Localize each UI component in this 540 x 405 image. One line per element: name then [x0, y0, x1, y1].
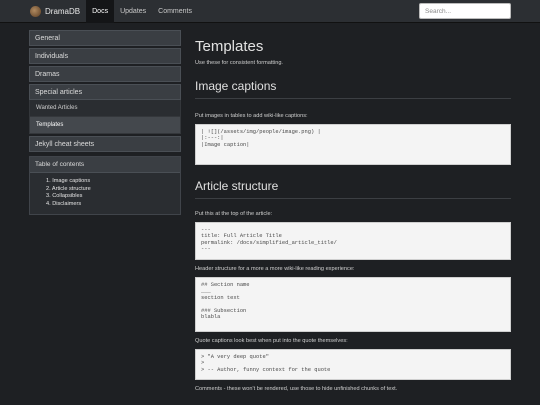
image-captions-text: Put images in tables to add wiki-like ca… — [195, 113, 308, 119]
toc-list: 1. Image captions 2. Article structure 3… — [30, 173, 180, 214]
code-block-header-structure: ## Section name ___ section text ### Sub… — [195, 277, 511, 332]
toc-link-collapsibles[interactable]: 3. Collapsibles — [46, 193, 180, 201]
page-title: Templates — [195, 38, 264, 55]
top-navbar: DramaDB Docs Updates Comments — [0, 0, 540, 23]
code-block-quote: > "A very deep quote" > > -- Author, fun… — [195, 349, 511, 380]
heading-article-structure: Article structure — [195, 179, 511, 199]
code-block-front-matter: --- title: Full Article Title permalink:… — [195, 222, 511, 260]
toc-title: Table of contents — [30, 157, 180, 173]
brand-name: DramaDB — [45, 6, 81, 16]
nav-comments[interactable]: Comments — [152, 0, 198, 23]
search-input[interactable] — [419, 3, 511, 19]
sidebar-item-jekyll-cheat-sheets[interactable]: Jekyll cheat sheets — [29, 136, 181, 152]
toc-link-article-structure[interactable]: 2. Article structure — [46, 186, 180, 194]
table-of-contents: Table of contents 1. Image captions 2. A… — [29, 156, 181, 216]
intro-text: Use these for consistent formatting. — [195, 60, 283, 66]
sidebar-item-individuals[interactable]: Individuals — [29, 48, 181, 64]
article-structure-text-3: Quote captions look best when put into t… — [195, 338, 348, 344]
article-structure-text-4: Comments - these won't be rendered, use … — [195, 386, 398, 392]
article-structure-text-1: Put this at the top of the article: — [195, 211, 273, 217]
toc-link-disclaimers[interactable]: 4. Disclaimers — [46, 201, 180, 209]
sidebar-item-dramas[interactable]: Dramas — [29, 66, 181, 82]
sidebar-subitem-wanted-articles[interactable]: Wanted Articles — [29, 100, 181, 117]
nav-updates[interactable]: Updates — [114, 0, 152, 23]
sidebar-subitem-templates[interactable]: Templates — [29, 117, 181, 134]
code-block-image-caption: | ![](/assets/img/people/image.png) | |:… — [195, 124, 511, 165]
logo-icon — [30, 5, 41, 17]
brand-link[interactable]: DramaDB — [30, 0, 86, 23]
heading-image-captions: Image captions — [195, 79, 511, 99]
article-structure-text-2: Header structure for a more a more wiki-… — [195, 266, 355, 272]
sidebar-item-general[interactable]: General — [29, 30, 181, 46]
sidebar-item-special-articles[interactable]: Special articles — [29, 84, 181, 100]
sidebar: General Individuals Dramas Special artic… — [29, 30, 181, 216]
nav-docs[interactable]: Docs — [86, 0, 115, 23]
toc-link-image-captions[interactable]: 1. Image captions — [46, 178, 180, 186]
main-content: Templates Use these for consistent forma… — [195, 30, 511, 392]
